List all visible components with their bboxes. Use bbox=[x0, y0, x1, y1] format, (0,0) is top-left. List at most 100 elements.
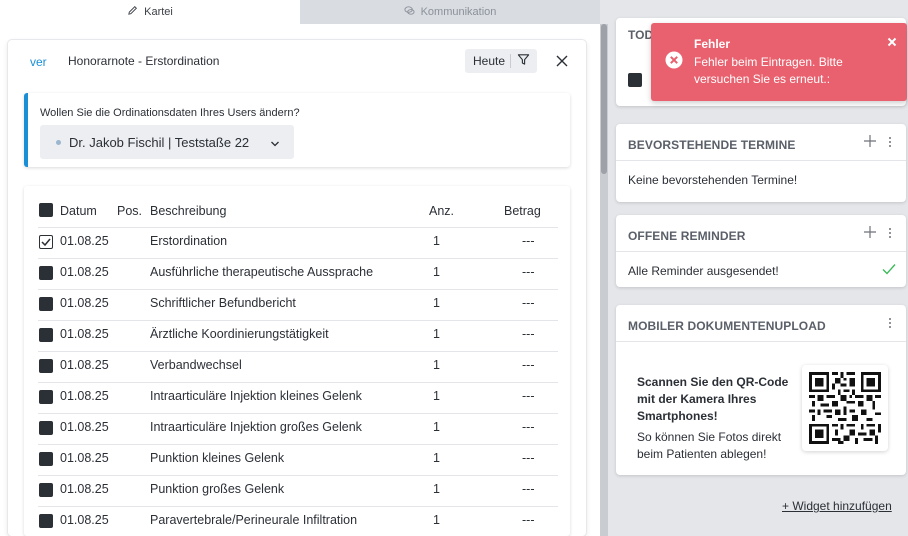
cell-betrag: --- bbox=[522, 296, 535, 310]
filter-icon[interactable] bbox=[511, 53, 530, 69]
cell-datum: 01.08.25 bbox=[60, 327, 109, 341]
upload-widget: MOBILER DOKUMENTENUPLOAD Scannen Sie den… bbox=[616, 305, 906, 475]
cell-betrag: --- bbox=[522, 327, 535, 341]
cell-anz: 1 bbox=[433, 358, 440, 372]
tab-kartei[interactable]: Kartei bbox=[0, 0, 300, 24]
table-row[interactable]: 01.08.25 Punktion kleines Gelenk 1 --- bbox=[24, 444, 570, 475]
cell-beschreibung: Intraarticuläre Injektion großes Gelenk bbox=[150, 420, 362, 434]
row-checkbox[interactable] bbox=[39, 483, 53, 497]
page-title: Honorarnote - Erstordination bbox=[68, 54, 220, 68]
cell-datum: 01.08.25 bbox=[60, 513, 109, 527]
cell-datum: 01.08.25 bbox=[60, 296, 109, 310]
header-betrag: Betrag bbox=[504, 204, 541, 218]
user-select-value: Dr. Jakob Fischil | Teststaße 22 bbox=[69, 134, 250, 150]
error-icon bbox=[665, 51, 683, 69]
cell-beschreibung: Intraarticuläre Injektion kleines Gelenk bbox=[150, 389, 362, 403]
cell-anz: 1 bbox=[433, 265, 440, 279]
checkmark-icon bbox=[882, 263, 896, 275]
row-checkbox[interactable] bbox=[39, 266, 53, 280]
table-row[interactable]: 01.08.25 Verbandwechsel 1 --- bbox=[24, 351, 570, 382]
reminder-title: OFFENE REMINDER bbox=[628, 229, 746, 243]
row-checkbox[interactable] bbox=[39, 390, 53, 404]
back-link[interactable]: ver bbox=[30, 55, 47, 69]
cell-betrag: --- bbox=[522, 358, 535, 372]
row-divider bbox=[38, 351, 558, 352]
cell-anz: 1 bbox=[433, 234, 440, 248]
status-dot bbox=[56, 139, 61, 145]
cell-datum: 01.08.25 bbox=[60, 358, 109, 372]
user-select[interactable]: Dr. Jakob Fischil | Teststaße 22 bbox=[40, 125, 294, 159]
add-termin-plus-icon[interactable] bbox=[863, 134, 877, 148]
cell-beschreibung: Ärztliche Koordinierungstätigkeit bbox=[150, 327, 329, 341]
cell-betrag: --- bbox=[522, 389, 535, 403]
todo-checkbox[interactable] bbox=[628, 73, 642, 87]
row-checkbox[interactable] bbox=[39, 359, 53, 373]
cell-anz: 1 bbox=[433, 420, 440, 434]
divider bbox=[616, 251, 906, 252]
error-toast: Fehler Fehler beim Eintragen. Bitte vers… bbox=[651, 23, 907, 101]
row-divider bbox=[38, 289, 558, 290]
date-filter-label: Heute bbox=[465, 54, 511, 68]
row-divider bbox=[38, 444, 558, 445]
cell-beschreibung: Verbandwechsel bbox=[150, 358, 242, 372]
cell-anz: 1 bbox=[433, 327, 440, 341]
cell-datum: 01.08.25 bbox=[60, 420, 109, 434]
table-row[interactable]: 01.08.25 Punktion großes Gelenk 1 --- bbox=[24, 475, 570, 506]
table-row[interactable]: 01.08.25 Paravertebrale/Perineurale Infil… bbox=[24, 506, 570, 536]
row-checkbox[interactable] bbox=[39, 328, 53, 342]
table-row[interactable]: 01.08.25 Ärztliche Koordinierungstätigkei… bbox=[24, 320, 570, 351]
cell-datum: 01.08.25 bbox=[60, 482, 109, 496]
cell-anz: 1 bbox=[433, 296, 440, 310]
cell-beschreibung: Erstordination bbox=[150, 234, 228, 248]
reminder-menu-icon[interactable] bbox=[888, 226, 892, 240]
cell-datum: 01.08.25 bbox=[60, 265, 109, 279]
cell-betrag: --- bbox=[522, 234, 535, 248]
cell-anz: 1 bbox=[433, 389, 440, 403]
table-header: Datum Pos. Beschreibung Anz. Betrag bbox=[24, 200, 570, 222]
tab-bar: Kartei Kommunikation bbox=[0, 0, 600, 24]
scrollbar-thumb[interactable] bbox=[601, 24, 607, 174]
scrollbar[interactable] bbox=[600, 24, 608, 536]
table-row[interactable]: 01.08.25 Ausführliche therapeutische Auss… bbox=[24, 258, 570, 289]
termine-menu-icon[interactable] bbox=[888, 135, 892, 149]
termine-widget: BEVORSTEHENDE TERMINE Keine bevorstehend… bbox=[616, 124, 906, 202]
cell-beschreibung: Punktion kleines Gelenk bbox=[150, 451, 285, 465]
table-row[interactable]: 01.08.25 Intraarticuläre Injektion großes… bbox=[24, 413, 570, 444]
cell-anz: 1 bbox=[433, 451, 440, 465]
row-checkbox[interactable] bbox=[39, 514, 53, 528]
upload-menu-icon[interactable] bbox=[888, 316, 892, 330]
chevron-down-icon bbox=[270, 137, 280, 147]
todo-title: TOD bbox=[628, 28, 654, 42]
table-row[interactable]: 01.08.25 Intraarticuläre Injektion kleine… bbox=[24, 382, 570, 413]
divider bbox=[616, 341, 906, 342]
card-header: ver Honorarnote - Erstordination Heute bbox=[8, 40, 586, 84]
row-checkbox[interactable] bbox=[39, 235, 53, 249]
row-divider bbox=[38, 506, 558, 507]
add-reminder-plus-icon[interactable] bbox=[863, 225, 877, 239]
table-row[interactable]: 01.08.25 Schriftlicher Befundbericht 1 --- bbox=[24, 289, 570, 320]
close-icon[interactable] bbox=[887, 35, 897, 47]
tab-kartei-label: Kartei bbox=[144, 6, 173, 18]
tab-kommunikation[interactable]: Kommunikation bbox=[300, 0, 600, 24]
close-icon[interactable] bbox=[554, 53, 570, 69]
qr-hint: So können Sie Fotos direkt beim Patiente… bbox=[637, 430, 782, 461]
table-row[interactable]: 01.08.25 Erstordination 1 --- bbox=[24, 227, 570, 258]
row-checkbox[interactable] bbox=[39, 297, 53, 311]
row-divider bbox=[38, 227, 558, 228]
cell-datum: 01.08.25 bbox=[60, 451, 109, 465]
row-divider bbox=[38, 475, 558, 476]
date-filter[interactable]: Heute bbox=[465, 49, 537, 73]
user-data-box: Wollen Sie die Ordinationsdaten Ihres Us… bbox=[24, 93, 570, 167]
toast-message: Fehler beim Eintragen. Bitte versuchen S… bbox=[694, 55, 843, 86]
cell-beschreibung: Punktion großes Gelenk bbox=[150, 482, 285, 496]
add-widget-link[interactable]: + Widget hinzufügen bbox=[782, 499, 892, 513]
row-checkbox[interactable] bbox=[39, 452, 53, 466]
termine-empty-text: Keine bevorstehenden Termine! bbox=[628, 173, 798, 187]
row-checkbox[interactable] bbox=[39, 421, 53, 435]
checkmark-icon bbox=[41, 238, 51, 247]
header-datum: Datum bbox=[60, 204, 97, 218]
reminder-status-text: Alle Reminder ausgesendet! bbox=[628, 264, 779, 278]
toast-title: Fehler bbox=[694, 37, 731, 51]
honorarnote-card: ver Honorarnote - Erstordination Heute W… bbox=[8, 40, 586, 536]
select-all-checkbox[interactable] bbox=[39, 203, 53, 217]
